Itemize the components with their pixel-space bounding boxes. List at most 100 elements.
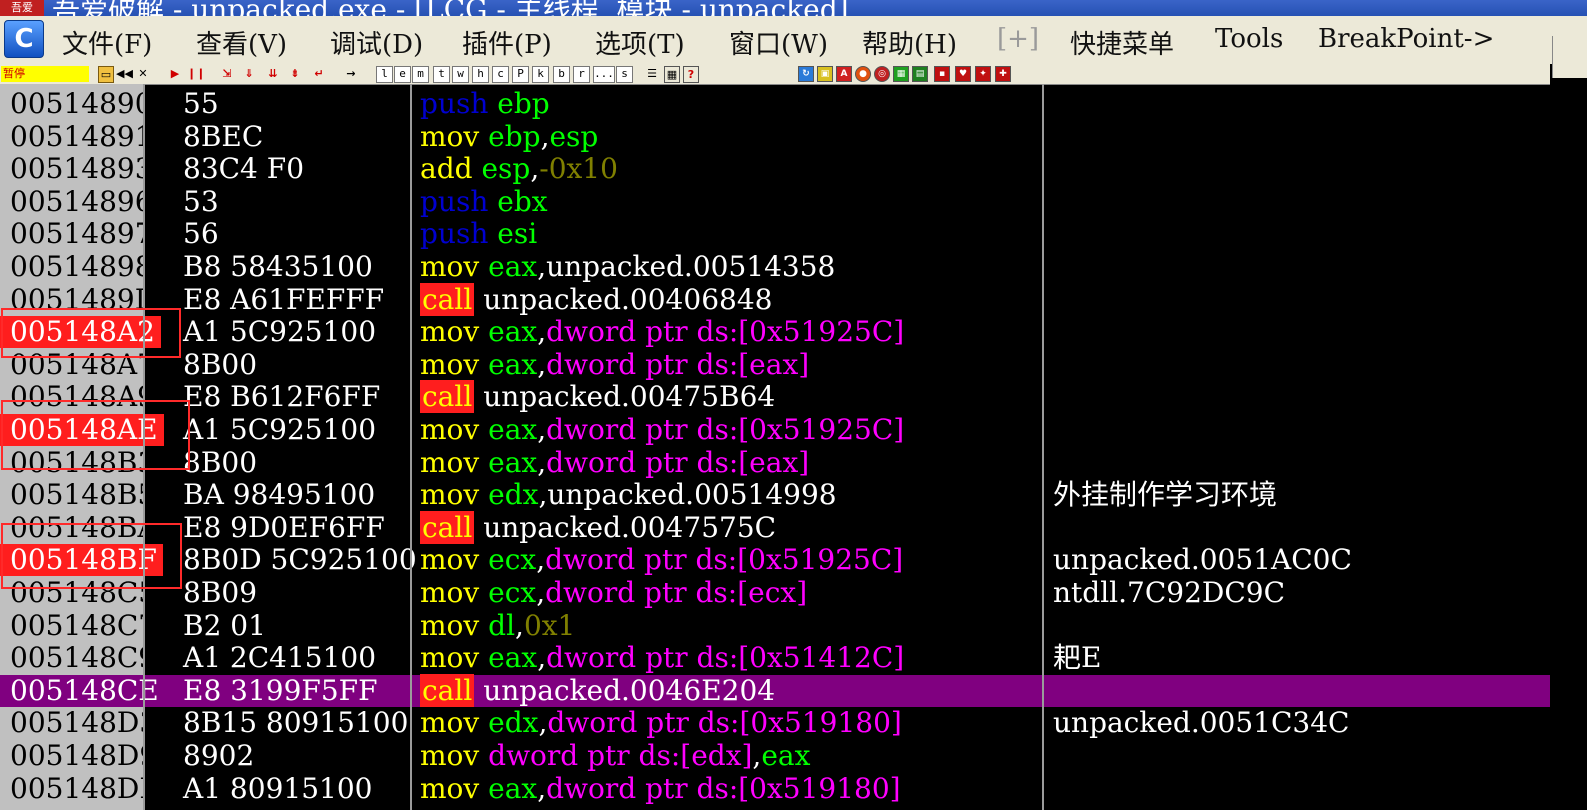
menu-plugins[interactable]: 插件(P) bbox=[462, 24, 552, 61]
menu-options[interactable]: 选项(T) bbox=[595, 24, 685, 61]
menu-tools[interactable]: Tools bbox=[1215, 24, 1283, 54]
asm-token: ebx bbox=[497, 184, 548, 218]
asm-token: eax bbox=[488, 347, 538, 381]
asm-token: , bbox=[538, 478, 548, 512]
asm-token: mov bbox=[420, 478, 480, 512]
window-threads-button[interactable]: t bbox=[433, 66, 450, 83]
calc-icon[interactable]: ▤ bbox=[912, 66, 928, 82]
comment-cell: unpacked.0051C34C bbox=[1053, 706, 1350, 740]
disassembly-pane[interactable]: 00514890 55 push ebp 00514891 8BEC mov ebp,es… bbox=[0, 84, 1550, 810]
asm-token: , bbox=[538, 706, 548, 740]
disasm-row[interactable]: 00514897 56 push esi bbox=[0, 218, 1550, 251]
crack-icon[interactable]: ✦ bbox=[975, 66, 991, 82]
disasm-row[interactable]: 005148A2 A1 5C925100 mov eax,dword ptr ds:… bbox=[0, 316, 1550, 349]
plugin-icon[interactable]: ▣ bbox=[817, 66, 833, 82]
disasm-row[interactable]: 005148C5 8B09 mov ecx,dword ptr ds:[ecx] nt… bbox=[0, 577, 1550, 610]
disasm-row[interactable]: 005148B5 BA 98495100 mov edx,unpacked.0051… bbox=[0, 479, 1550, 512]
menu-help[interactable]: 帮助(H) bbox=[862, 24, 957, 61]
solve-icon[interactable]: ✚ bbox=[995, 66, 1011, 82]
menu-view[interactable]: 查看(V) bbox=[196, 24, 287, 61]
love-icon[interactable]: ♥ bbox=[955, 66, 971, 82]
disasm-row[interactable]: 005148A7 8B00 mov eax,dword ptr ds:[eax] bbox=[0, 347, 1550, 382]
window-cpu-button[interactable]: c bbox=[492, 66, 509, 83]
menu-shortcut[interactable]: 快捷菜单 bbox=[1070, 24, 1174, 61]
disasm-row[interactable]: 0051489D E8 A61FEFFF call unpacked.0040684… bbox=[0, 282, 1550, 317]
asm-token: esp bbox=[549, 119, 599, 153]
menu-expand[interactable]: [+] bbox=[997, 24, 1039, 54]
asm-token: , bbox=[537, 413, 547, 446]
menu-debug[interactable]: 调试(D) bbox=[330, 24, 423, 61]
help-icon[interactable]: ? bbox=[683, 66, 699, 83]
disasm-row[interactable]: 00514896 53 push ebx bbox=[0, 184, 1550, 219]
asm-token: , bbox=[537, 641, 547, 675]
column-divider[interactable] bbox=[410, 84, 412, 810]
disasm-row[interactable]: 005148D9 8902 mov dword ptr ds:[edx],eax bbox=[0, 740, 1550, 773]
asm-token: mov bbox=[420, 641, 480, 675]
window-executables-button[interactable]: e bbox=[394, 66, 411, 83]
run-icon[interactable]: ▶ bbox=[168, 66, 182, 81]
hex-dump-cell: A1 80915100 bbox=[183, 771, 373, 805]
menu-window[interactable]: 窗口(W) bbox=[729, 24, 828, 61]
window-windows-button[interactable]: w bbox=[452, 66, 469, 83]
vertical-scrollbar[interactable] bbox=[1550, 84, 1587, 810]
disasm-row[interactable]: 005148C9 A1 2C415100 mov eax,dword ptr ds:… bbox=[0, 642, 1550, 675]
execute-till-return-icon[interactable]: ↵ bbox=[310, 66, 328, 81]
disasm-row[interactable]: 005148BF 8B0D 5C925100 mov ecx,dword ptr d… bbox=[0, 544, 1550, 577]
window-patches-button[interactable]: P bbox=[512, 66, 529, 83]
refresh-icon[interactable]: ↻ bbox=[798, 66, 814, 82]
menu-file[interactable]: 文件(F) bbox=[62, 24, 152, 61]
pause-icon[interactable]: ❙❙ bbox=[187, 66, 205, 81]
trace-into-icon[interactable]: ⇊ bbox=[264, 66, 282, 81]
window-source-button[interactable]: s bbox=[616, 66, 633, 83]
rewind-icon[interactable]: ◀◀ bbox=[116, 66, 133, 81]
list-icon[interactable]: ☰ bbox=[645, 66, 659, 81]
window-references-button[interactable]: r bbox=[573, 66, 590, 83]
window-log-button[interactable]: l bbox=[376, 66, 393, 83]
disasm-row[interactable]: 00514891 8BEC mov ebp,esp bbox=[0, 119, 1550, 154]
step-over-icon[interactable]: ⇓ bbox=[240, 66, 258, 81]
disassembly-cell: mov edx,dword ptr ds:[0x519180] bbox=[420, 707, 902, 739]
cpu-window-logo-icon[interactable]: C bbox=[4, 20, 44, 58]
disasm-row[interactable]: 00514890 55 push ebp bbox=[0, 88, 1550, 121]
window-handles-button[interactable]: h bbox=[472, 66, 489, 83]
asm-token: mov bbox=[420, 347, 480, 381]
disasm-row-selected[interactable]: 005148CE E8 3199F5FF call unpacked.0046E20… bbox=[0, 673, 1550, 708]
stop-icon[interactable]: ● bbox=[855, 66, 871, 82]
window-breakpoints-button[interactable]: b bbox=[553, 66, 570, 83]
disasm-row[interactable]: 005148C7 B2 01 mov dl,0x1 bbox=[0, 609, 1550, 643]
window-callstack-button[interactable]: k bbox=[532, 66, 549, 83]
target-icon[interactable]: ◎ bbox=[874, 66, 890, 82]
disasm-row[interactable]: 005148BA E8 9D0EF6FF call unpacked.0047575… bbox=[0, 510, 1550, 545]
asm-token: mov bbox=[420, 119, 480, 153]
window-memory-button[interactable]: m bbox=[412, 66, 429, 83]
disasm-row[interactable]: 005148A9 E8 B612F6FF call unpacked.00475B6… bbox=[0, 380, 1550, 414]
comment-cell: 耙E bbox=[1053, 641, 1102, 675]
a-icon[interactable]: A bbox=[836, 66, 852, 82]
stamp-icon[interactable]: ▪ bbox=[934, 66, 950, 82]
disasm-row[interactable]: 005148B3 8B00 mov eax,dword ptr ds:[eax] bbox=[0, 446, 1550, 480]
disasm-row[interactable]: 005148DB A1 80915100 mov eax,dword ptr ds:… bbox=[0, 771, 1550, 806]
disasm-row[interactable]: 00514898 B8 58435100 mov eax,unpacked.0051… bbox=[0, 251, 1550, 284]
comment-cell: ntdll.7C92DC9C bbox=[1053, 576, 1285, 609]
disasm-row[interactable]: 005148AE A1 5C925100 mov eax,dword ptr ds:… bbox=[0, 414, 1550, 447]
menu-breakpoint[interactable]: BreakPoint-> bbox=[1318, 24, 1494, 54]
asm-token: mov bbox=[420, 739, 480, 772]
disassembly-cell: mov eax,dword ptr ds:[0x51925C] bbox=[420, 414, 904, 446]
disasm-row[interactable]: 005148D3 8B15 80915100 mov edx,dword ptr d… bbox=[0, 707, 1550, 740]
open-icon[interactable]: ▭ bbox=[98, 66, 114, 83]
menu-bar: C 文件(F) 查看(V) 调试(D) 插件(P) 选项(T) 窗口(W) 帮助… bbox=[0, 16, 1587, 78]
column-divider[interactable] bbox=[1042, 84, 1044, 810]
hex-dump-cell: 8B15 80915100 bbox=[183, 706, 409, 740]
options-icon[interactable]: ▦ bbox=[664, 66, 680, 83]
goto-icon[interactable]: → bbox=[342, 66, 360, 81]
close-icon[interactable]: ✕ bbox=[136, 66, 150, 81]
disassembly-cell: mov eax,dword ptr ds:[0x519180] bbox=[420, 772, 901, 805]
step-into-icon[interactable]: ⇲ bbox=[218, 66, 236, 81]
disassembly-cell: mov ebp,esp bbox=[420, 119, 599, 153]
disasm-row[interactable]: 00514893 83C4 F0 add esp,-0x10 bbox=[0, 153, 1550, 186]
toolbar: 暂停 ▭ ◀◀ ✕ ▶ ❙❙ ⇲ ⇓ ⇊ ⇟ ↵ → l e m t w h c… bbox=[0, 64, 1550, 85]
window-runtrace-button[interactable]: ... bbox=[593, 66, 615, 83]
trace-over-icon[interactable]: ⇟ bbox=[286, 66, 304, 81]
grid-icon[interactable]: ▦ bbox=[893, 66, 909, 82]
asm-token: eax bbox=[488, 413, 538, 446]
